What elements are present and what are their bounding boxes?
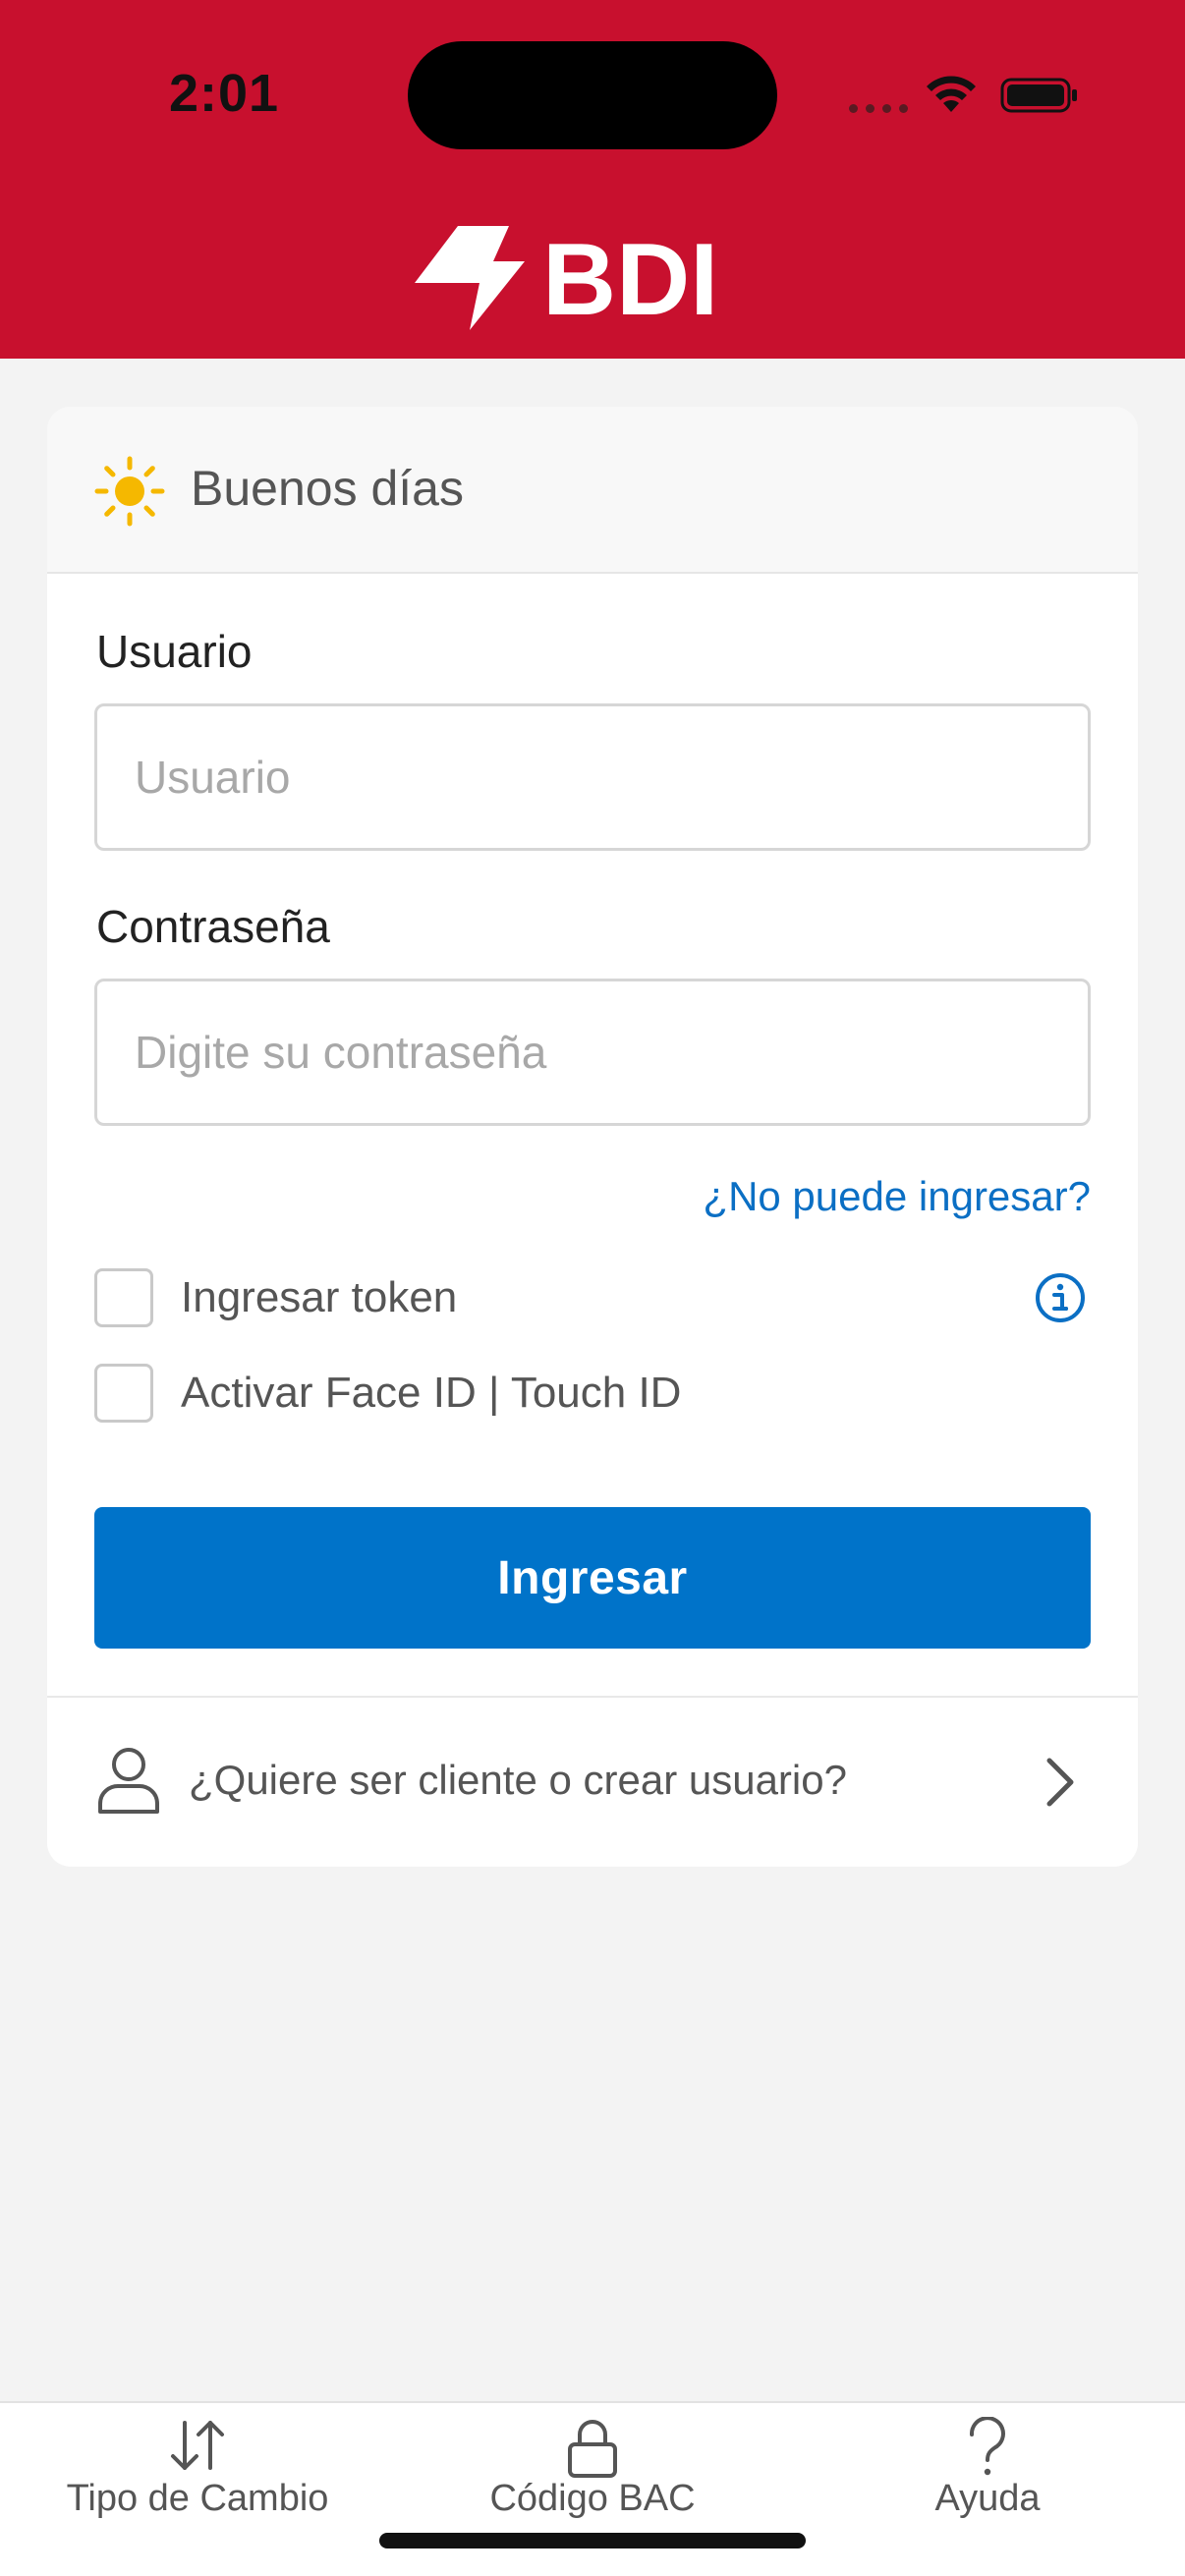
info-icon[interactable] (1034, 1271, 1087, 1324)
login-button[interactable]: Ingresar (94, 1507, 1091, 1649)
login-card: Buenos días Usuario Contraseña ¿No puede… (47, 407, 1138, 1867)
tab-exchange-rate[interactable]: Tipo de Cambio (0, 2403, 395, 2521)
user-icon (98, 1748, 159, 1814)
svg-text:BDI: BDI (542, 224, 718, 332)
lock-icon (568, 2420, 617, 2478)
login-screen: 2:01 BDI Buenos días Usuario Usuario Con… (0, 0, 1185, 2576)
battery-icon (1000, 78, 1077, 113)
signup-row[interactable]: ¿Quiere ser cliente o crear usuario? (47, 1698, 1138, 1867)
bottom-tab-bar: Tipo de Cambio Código BAC Ayuda (0, 2401, 1185, 2576)
tab-label: Ayuda (934, 2478, 1041, 2519)
wifi-icon (927, 76, 976, 112)
biometric-checkbox-row[interactable]: Activar Face ID | Touch ID (94, 1363, 681, 1424)
app-header: 2:01 BDI (0, 0, 1185, 359)
exchange-arrows-icon (171, 2421, 224, 2470)
biometric-checkbox-label: Activar Face ID | Touch ID (181, 1369, 682, 1417)
home-indicator (379, 2533, 806, 2548)
tab-bac-code[interactable]: Código BAC (395, 2403, 790, 2521)
chevron-right-icon (1046, 1758, 1074, 1807)
greeting-bar: Buenos días (47, 407, 1138, 574)
tab-label: Tipo de Cambio (66, 2478, 329, 2519)
username-input[interactable] (94, 703, 1091, 851)
dynamic-island (408, 41, 777, 149)
sun-icon (94, 456, 165, 527)
question-icon (969, 2417, 1005, 2476)
signup-text: ¿Quiere ser cliente o crear usuario? (189, 1757, 847, 1803)
cellular-signal-icon (849, 104, 908, 113)
tab-label: Código BAC (489, 2478, 696, 2519)
bdi-logo: BDI (415, 224, 718, 332)
status-time: 2:01 (169, 64, 280, 123)
greeting-text: Buenos días (191, 461, 464, 516)
password-label: Contraseña (96, 901, 330, 952)
password-input[interactable] (94, 979, 1091, 1126)
token-checkbox-row[interactable]: Ingresar token (94, 1267, 457, 1328)
username-label: Usuario (96, 626, 253, 677)
token-checkbox[interactable] (94, 1268, 153, 1327)
tab-help[interactable]: Ayuda (790, 2403, 1185, 2521)
token-checkbox-label: Ingresar token (181, 1273, 458, 1321)
biometric-checkbox[interactable] (94, 1364, 153, 1423)
forgot-password-link[interactable]: ¿No puede ingresar? (703, 1173, 1091, 1220)
